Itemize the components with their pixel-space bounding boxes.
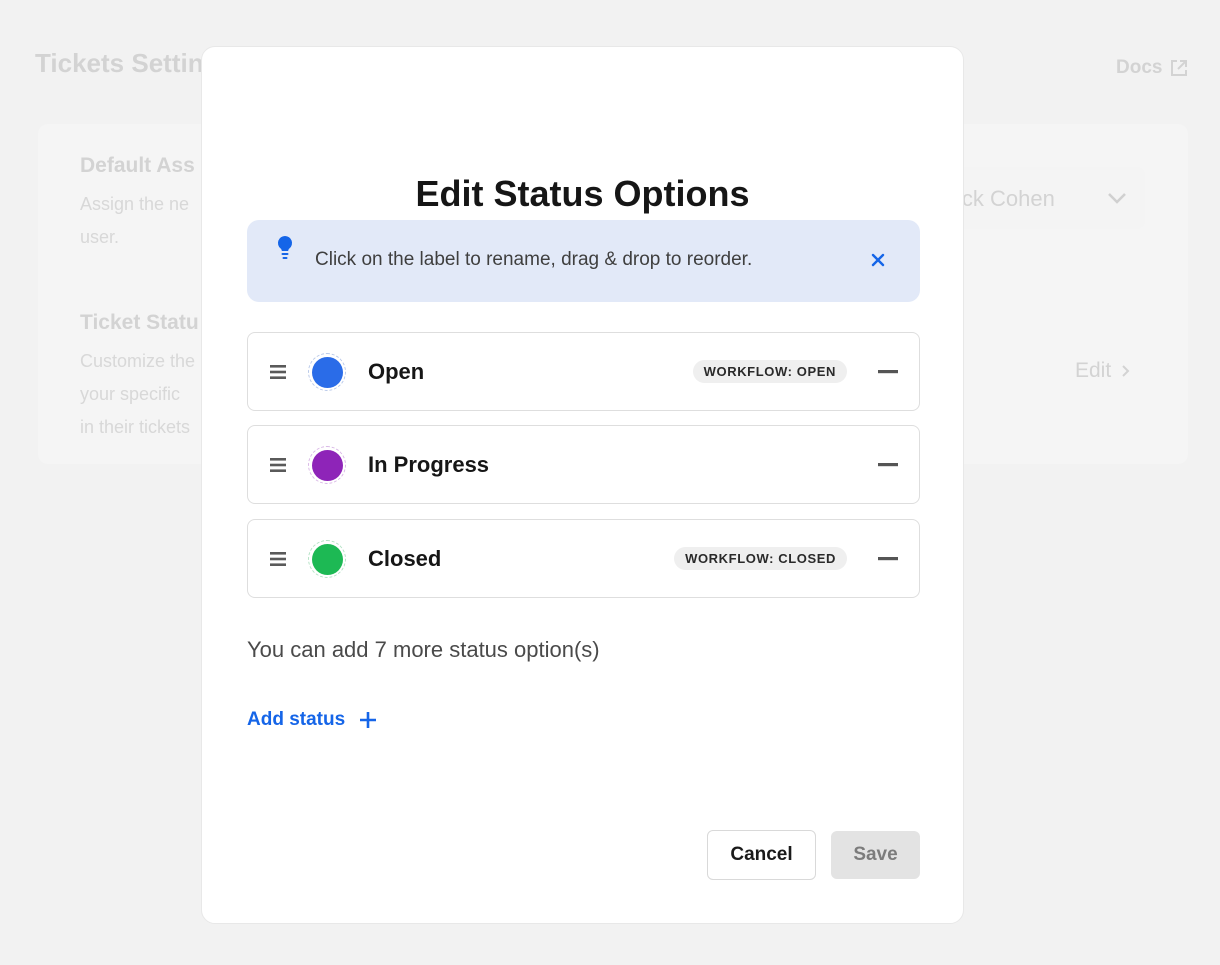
docs-link[interactable]: Docs [1116, 57, 1188, 79]
drag-handle-icon[interactable] [270, 457, 286, 473]
status-color-swatch [311, 543, 343, 575]
plus-icon [360, 712, 377, 728]
status-color-picker[interactable] [308, 446, 346, 484]
ticket-status-title: Ticket Statu [80, 311, 199, 334]
add-status-button[interactable]: Add status [247, 709, 377, 731]
remaining-count-text: You can add 7 more status option(s) [247, 637, 600, 662]
workflow-badge: WORKFLOW: OPEN [692, 360, 847, 383]
edit-ticket-status-button[interactable]: Edit [1075, 359, 1131, 383]
workflow-badge: WORKFLOW: CLOSED [674, 547, 847, 570]
default-assignee-description: Assign the ne user. [80, 194, 190, 247]
add-status-label: Add status [247, 709, 346, 730]
status-label[interactable]: In Progress [368, 452, 489, 478]
status-row-open[interactable]: Open WORKFLOW: OPEN [247, 332, 920, 411]
external-link-icon [1171, 60, 1188, 76]
status-row-in-progress[interactable]: In Progress [247, 425, 920, 504]
close-icon[interactable] [869, 251, 887, 269]
status-label[interactable]: Open [368, 359, 424, 385]
default-assignee-value: ick Cohen [957, 186, 1055, 211]
cancel-button[interactable]: Cancel [707, 830, 816, 880]
minus-icon[interactable] [878, 463, 898, 467]
tip-banner: Click on the label to rename, drag & dro… [247, 220, 920, 302]
status-row-closed[interactable]: Closed WORKFLOW: CLOSED [247, 519, 920, 598]
chevron-down-icon [1108, 193, 1126, 204]
status-color-picker[interactable] [308, 540, 346, 578]
status-color-swatch [311, 356, 343, 388]
drag-handle-icon[interactable] [270, 364, 286, 380]
status-color-swatch [311, 449, 343, 481]
tip-text: Click on the label to rename, drag & dro… [315, 249, 753, 270]
edit-label: Edit [1075, 359, 1112, 382]
edit-status-modal: Edit Status Options Click on the label t… [201, 46, 964, 924]
page-title: Tickets Settin [35, 48, 204, 78]
docs-label: Docs [1116, 57, 1163, 78]
lightbulb-icon [277, 235, 293, 259]
ticket-status-description: Customize the your specific in their tic… [80, 351, 196, 437]
drag-handle-icon[interactable] [270, 551, 286, 567]
default-assignee-title: Default Ass [80, 154, 195, 177]
minus-icon[interactable] [878, 557, 898, 561]
chevron-right-icon [1122, 365, 1130, 377]
modal-title: Edit Status Options [415, 173, 750, 214]
minus-icon[interactable] [878, 370, 898, 374]
save-button[interactable]: Save [831, 831, 920, 879]
status-label[interactable]: Closed [368, 546, 441, 572]
status-color-picker[interactable] [308, 353, 346, 391]
